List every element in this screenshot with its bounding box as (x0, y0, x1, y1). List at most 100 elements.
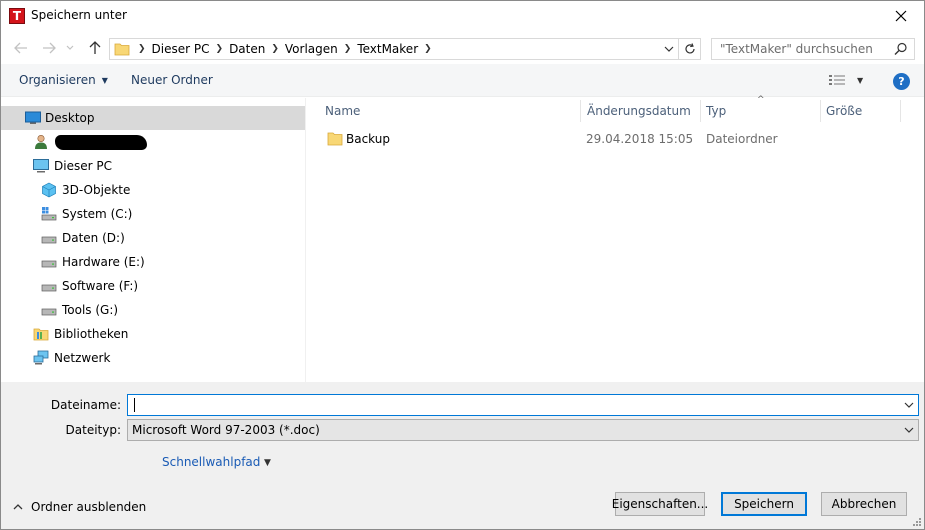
save-button[interactable]: Speichern (721, 492, 807, 516)
filename-input[interactable] (127, 394, 919, 416)
refresh-button[interactable] (678, 39, 700, 59)
hide-folders-label: Ordner ausblenden (31, 500, 147, 514)
drive-icon (41, 236, 57, 244)
tree-item-label: 3D-Objekte (62, 183, 131, 197)
tree-item-label: Hardware (E:) (62, 255, 145, 269)
computer-icon (33, 159, 49, 173)
address-bar[interactable]: ❯ Dieser PC ❯ Daten ❯ Vorlagen ❯ TextMak… (109, 38, 701, 60)
drive-icon (41, 308, 57, 316)
title-bar: T Speichern unter (1, 1, 924, 31)
resize-grip-icon[interactable] (912, 517, 922, 527)
chevron-down-icon (904, 427, 914, 433)
tree-item-3d-objects[interactable]: 3D-Objekte (1, 178, 305, 202)
file-date: 29.04.2018 15:05 (586, 132, 694, 146)
tree-item-user[interactable] (1, 130, 305, 154)
breadcrumb-separator-icon: ❯ (343, 44, 352, 54)
breadcrumb-separator-icon: ❯ (424, 44, 432, 54)
file-list: ^ Name Änderungsdatum Typ Größe Backup 2… (307, 95, 924, 382)
change-view-button[interactable]: ▼ (829, 74, 863, 86)
hide-folders-toggle[interactable]: Ordner ausblenden (13, 500, 146, 514)
tree-item-drive-g[interactable]: Tools (G:) (1, 298, 305, 322)
search-input[interactable]: "TextMaker" durchsuchen (711, 38, 915, 60)
breadcrumb-item[interactable]: Daten (229, 42, 265, 56)
organize-label: Organisieren (19, 73, 96, 87)
recent-locations-button[interactable] (63, 38, 77, 58)
chevron-down-icon[interactable] (904, 399, 914, 411)
arrow-right-icon (43, 42, 56, 54)
tree-item-label: Desktop (45, 111, 95, 125)
user-icon (35, 134, 47, 149)
column-header-date[interactable]: Änderungsdatum (587, 104, 691, 118)
redacted-username (55, 135, 147, 150)
navigation-pane: Desktop Dieser PC 3D-Objekte System (C:)… (1, 98, 306, 382)
details-view-icon (829, 75, 845, 85)
new-folder-label: Neuer Ordner (131, 73, 213, 87)
address-history-dropdown[interactable] (662, 39, 676, 59)
caret-down-icon: ▼ (857, 75, 864, 85)
drive-icon (41, 284, 57, 292)
tree-item-label: Bibliotheken (54, 327, 129, 341)
network-icon (33, 350, 49, 365)
tree-item-desktop[interactable]: Desktop (1, 106, 305, 130)
forward-button[interactable] (39, 38, 59, 58)
tree-item-label: Tools (G:) (62, 303, 119, 317)
refresh-icon (684, 43, 695, 54)
up-button[interactable] (85, 38, 105, 58)
file-type: Dateiordner (706, 132, 778, 146)
drive-icon (41, 260, 57, 268)
quick-path-link[interactable]: Schnellwahlpfad (162, 455, 260, 469)
window-title: Speichern unter (31, 8, 127, 22)
column-divider[interactable] (580, 100, 581, 122)
tree-item-drive-d[interactable]: Daten (D:) (1, 226, 305, 250)
save-options-panel: Dateiname: Dateityp: Microsoft Word 97-2… (1, 382, 924, 529)
breadcrumb: ❯ Dieser PC ❯ Daten ❯ Vorlagen ❯ TextMak… (132, 39, 438, 59)
file-name: Backup (346, 132, 390, 146)
library-icon (33, 328, 49, 341)
text-caret (134, 398, 135, 412)
tree-item-libraries[interactable]: Bibliotheken (1, 322, 305, 346)
chevron-down-icon (664, 46, 674, 52)
cube-icon (42, 182, 56, 198)
arrow-up-icon (89, 41, 101, 54)
column-header-size[interactable]: Größe (826, 104, 862, 118)
caret-down-icon: ▼ (101, 75, 108, 85)
breadcrumb-separator-icon: ❯ (215, 44, 224, 54)
tree-item-this-pc[interactable]: Dieser PC (1, 154, 305, 178)
desktop-icon (25, 111, 41, 124)
close-button[interactable] (878, 1, 924, 31)
close-icon (895, 10, 907, 22)
filename-label: Dateiname: (50, 398, 121, 412)
filetype-select[interactable]: Microsoft Word 97-2003 (*.doc) (127, 419, 919, 441)
breadcrumb-item[interactable]: TextMaker (357, 42, 418, 56)
column-header-name[interactable]: Name (325, 104, 360, 118)
folder-icon (114, 43, 130, 56)
command-toolbar: Organisieren ▼ Neuer Ordner ▼ ? (1, 64, 924, 97)
tree-item-network[interactable]: Netzwerk (1, 346, 305, 370)
breadcrumb-separator-icon: ❯ (271, 44, 279, 54)
back-button[interactable] (11, 38, 31, 58)
table-row[interactable]: Backup 29.04.2018 15:05 Dateiordner (321, 129, 901, 149)
filetype-label: Dateityp: (65, 423, 121, 437)
tree-item-drive-e[interactable]: Hardware (E:) (1, 250, 305, 274)
help-button[interactable]: ? (893, 73, 910, 90)
organize-button[interactable]: Organisieren ▼ (19, 73, 108, 87)
tree-item-label: Dieser PC (54, 159, 112, 173)
caret-down-icon[interactable]: ▼ (264, 458, 271, 468)
breadcrumb-item[interactable]: Dieser PC (152, 42, 210, 56)
tree-item-drive-f[interactable]: Software (F:) (1, 274, 305, 298)
tree-item-drive-c[interactable]: System (C:) (1, 202, 305, 226)
properties-button[interactable]: Eigenschaften... (612, 492, 708, 516)
tree-item-label: Daten (D:) (62, 231, 125, 245)
breadcrumb-item[interactable]: Vorlagen (285, 42, 338, 56)
folder-icon (327, 132, 343, 146)
chevron-up-icon (13, 504, 23, 510)
new-folder-button[interactable]: Neuer Ordner (131, 73, 213, 87)
column-divider[interactable] (820, 100, 821, 122)
navigation-row: ❯ Dieser PC ❯ Daten ❯ Vorlagen ❯ TextMak… (1, 32, 924, 64)
save-as-dialog: T Speichern unter ❯ Dieser PC ❯ Daten ❯ … (0, 0, 925, 530)
column-divider[interactable] (700, 100, 701, 122)
cancel-button[interactable]: Abbrechen (821, 492, 907, 516)
search-icon[interactable] (894, 42, 908, 56)
column-header-type[interactable]: Typ (706, 104, 726, 118)
column-divider[interactable] (900, 100, 901, 122)
